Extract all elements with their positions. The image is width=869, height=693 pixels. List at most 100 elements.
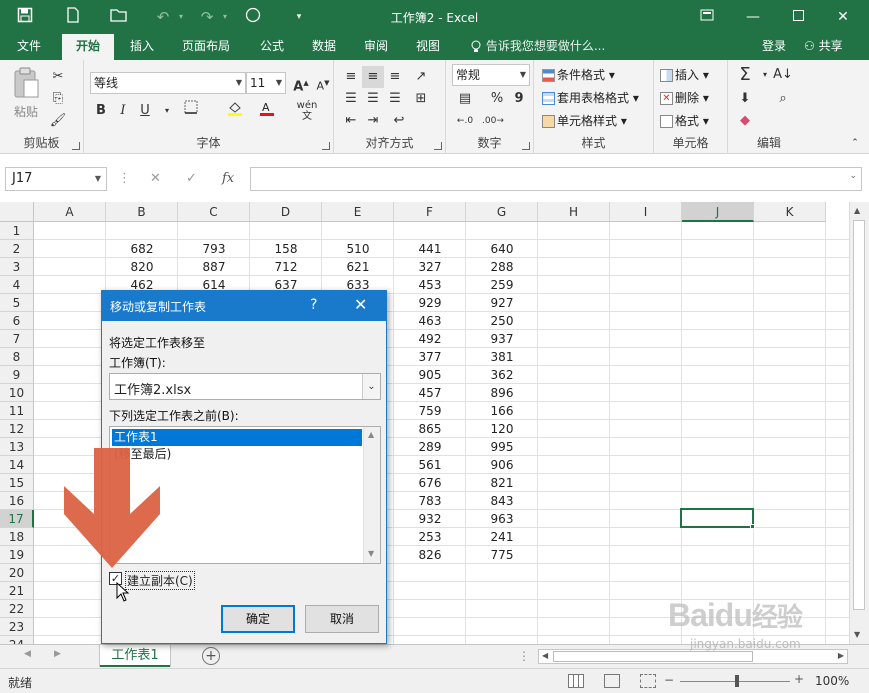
clipboard-launcher-icon[interactable] xyxy=(72,142,80,150)
page-layout-view-icon[interactable] xyxy=(604,674,620,688)
cell[interactable]: 250 xyxy=(466,312,538,330)
fill-icon[interactable]: ⬇ xyxy=(734,88,756,110)
cell[interactable]: 887 xyxy=(178,258,250,276)
create-copy-label[interactable]: 建立副本(C) xyxy=(125,571,195,590)
column-header[interactable]: B xyxy=(106,202,178,222)
formula-bar-handle-icon[interactable]: ⋮ xyxy=(118,171,131,186)
row-header[interactable]: 18 xyxy=(0,528,34,546)
cell[interactable]: 166 xyxy=(466,402,538,420)
align-top-icon[interactable]: ≡ xyxy=(340,66,362,88)
cell[interactable]: 865 xyxy=(394,420,466,438)
insert-cells-button[interactable]: 插入 ▾ xyxy=(660,66,709,83)
workbook-select[interactable]: 工作簿2.xlsx ⌄ xyxy=(109,373,381,400)
row-header[interactable]: 4 xyxy=(0,276,34,294)
ok-button[interactable]: 确定 xyxy=(221,605,295,633)
align-center-icon[interactable]: ☰ xyxy=(362,88,384,110)
column-header[interactable]: I xyxy=(610,202,682,222)
bold-button[interactable]: B xyxy=(90,100,112,122)
row-header[interactable]: 12 xyxy=(0,420,34,438)
row-header[interactable]: 11 xyxy=(0,402,34,420)
tab-split-handle-icon[interactable]: ⋮ xyxy=(518,649,530,663)
row-header[interactable]: 16 xyxy=(0,492,34,510)
cell[interactable]: 453 xyxy=(394,276,466,294)
dialog-title-bar[interactable]: 移动或复制工作表 ? ✕ xyxy=(102,291,386,321)
fill-handle[interactable] xyxy=(750,524,755,529)
collapse-ribbon-icon[interactable]: ⌃ xyxy=(844,132,866,154)
cell[interactable]: 457 xyxy=(394,384,466,402)
font-size-combo[interactable]: 11 ▼ xyxy=(246,72,286,94)
tell-me-box[interactable]: 告诉我您想要做什么... xyxy=(470,34,605,60)
cell[interactable]: 561 xyxy=(394,456,466,474)
grow-font-button[interactable]: A▲ xyxy=(290,72,312,94)
cell[interactable]: 492 xyxy=(394,330,466,348)
column-header[interactable]: E xyxy=(322,202,394,222)
cell[interactable]: 640 xyxy=(466,240,538,258)
minimize-icon[interactable]: — xyxy=(738,6,768,28)
column-header[interactable]: A xyxy=(34,202,106,222)
cell[interactable]: 381 xyxy=(466,348,538,366)
zoom-level[interactable]: 100% xyxy=(815,674,849,688)
tab-file[interactable]: 文件 xyxy=(6,34,52,60)
row-header[interactable]: 23 xyxy=(0,618,34,636)
column-header[interactable]: K xyxy=(754,202,826,222)
cut-icon[interactable]: ✂ xyxy=(47,66,69,88)
column-header[interactable]: D xyxy=(250,202,322,222)
cell[interactable]: 288 xyxy=(466,258,538,276)
percent-button[interactable]: % xyxy=(486,88,508,110)
column-header[interactable]: F xyxy=(394,202,466,222)
cell[interactable]: 253 xyxy=(394,528,466,546)
merge-center-icon[interactable]: ⊞ xyxy=(410,88,432,110)
align-middle-icon[interactable]: ≡ xyxy=(362,66,384,88)
tab-formulas[interactable]: 公式 xyxy=(250,34,294,60)
sort-filter-icon[interactable]: A↓ xyxy=(772,64,794,86)
cell[interactable]: 377 xyxy=(394,348,466,366)
row-header[interactable]: 19 xyxy=(0,546,34,564)
row-header[interactable]: 6 xyxy=(0,312,34,330)
decrease-indent-icon[interactable]: ⇤ xyxy=(340,110,362,132)
cell[interactable]: 120 xyxy=(466,420,538,438)
align-right-icon[interactable]: ☰ xyxy=(384,88,406,110)
row-header[interactable]: 20 xyxy=(0,564,34,582)
cell[interactable]: 289 xyxy=(394,438,466,456)
cell[interactable]: 712 xyxy=(250,258,322,276)
cell[interactable]: 463 xyxy=(394,312,466,330)
zoom-in-icon[interactable]: + xyxy=(794,672,804,686)
confirm-entry-icon[interactable]: ✓ xyxy=(186,171,197,186)
normal-view-icon[interactable] xyxy=(568,674,584,688)
help-button[interactable]: ? xyxy=(310,297,317,313)
wrap-text-icon[interactable]: ↩ xyxy=(388,110,410,132)
cell[interactable]: 793 xyxy=(178,240,250,258)
cell[interactable]: 906 xyxy=(466,456,538,474)
increase-decimal-icon[interactable]: ←.0 xyxy=(454,110,476,132)
page-break-view-icon[interactable] xyxy=(640,674,656,688)
tab-page-layout[interactable]: 页面布局 xyxy=(172,34,240,60)
row-header[interactable]: 9 xyxy=(0,366,34,384)
name-box[interactable]: J17 ▼ xyxy=(5,167,107,191)
cell[interactable]: 682 xyxy=(106,240,178,258)
decrease-decimal-icon[interactable]: .00→ xyxy=(482,110,504,132)
cell[interactable]: 821 xyxy=(466,474,538,492)
row-header[interactable]: 17 xyxy=(0,510,34,528)
column-header[interactable]: C xyxy=(178,202,250,222)
column-header[interactable]: H xyxy=(538,202,610,222)
italic-button[interactable]: I xyxy=(112,100,134,122)
format-as-table-button[interactable]: 套用表格格式 ▾ xyxy=(542,89,639,106)
font-color-icon[interactable]: A xyxy=(256,100,278,122)
ribbon-display-icon[interactable] xyxy=(692,6,722,28)
copy-icon[interactable]: ⎘ xyxy=(47,88,69,110)
cell[interactable]: 826 xyxy=(394,546,466,564)
cell[interactable]: 905 xyxy=(394,366,466,384)
fill-color-icon[interactable] xyxy=(224,100,246,122)
maximize-icon[interactable] xyxy=(783,6,813,28)
cell-styles-button[interactable]: 单元格样式 ▾ xyxy=(542,112,627,129)
font-name-combo[interactable]: 等线 ▼ xyxy=(90,72,246,94)
cell[interactable]: 783 xyxy=(394,492,466,510)
row-header[interactable]: 21 xyxy=(0,582,34,600)
row-header[interactable]: 1 xyxy=(0,222,34,240)
row-header[interactable]: 14 xyxy=(0,456,34,474)
cell[interactable]: 820 xyxy=(106,258,178,276)
cell[interactable]: 441 xyxy=(394,240,466,258)
listbox-scroll-down-icon[interactable]: ▼ xyxy=(368,549,374,558)
select-all-corner[interactable] xyxy=(0,202,34,222)
comma-style-button[interactable]: 9 xyxy=(508,88,530,110)
